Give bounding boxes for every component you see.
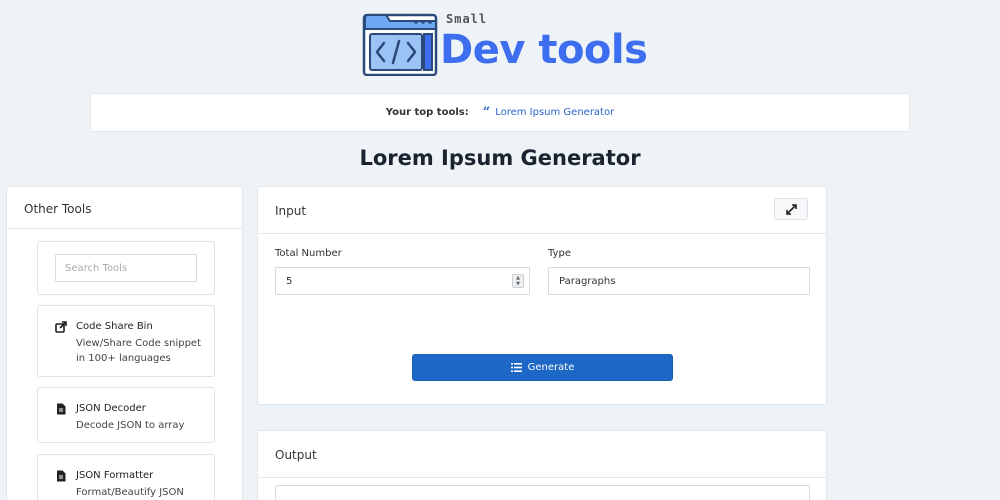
sidebar-title: Other Tools — [7, 187, 242, 229]
input-panel: Input Total Number 5 ▲ ▼ Type Paragraphs — [257, 186, 827, 405]
output-textarea[interactable] — [275, 485, 810, 500]
total-number-input[interactable]: 5 ▲ ▼ — [275, 267, 530, 295]
search-tools-input[interactable] — [55, 254, 197, 282]
tool-description: Decode JSON to array — [76, 420, 185, 431]
tool-description: View/Share Code snippet in 100+ language… — [76, 338, 202, 364]
input-panel-title: Input — [275, 204, 307, 218]
output-panel-title: Output — [275, 448, 317, 462]
tool-title: JSON Decoder — [76, 403, 146, 414]
logo-small-text: Small — [446, 12, 488, 26]
generate-button-label: Generate — [527, 362, 575, 373]
file-icon — [57, 403, 66, 415]
top-tool-link[interactable]: “ Lorem Ipsum Generator — [482, 104, 615, 120]
tool-description: Format/Beautify JSON — [76, 487, 184, 498]
top-tool-link-text: Lorem Ipsum Generator — [495, 107, 615, 118]
spinner-down-icon: ▼ — [516, 281, 520, 287]
total-number-value: 5 — [286, 275, 293, 287]
file-icon — [57, 470, 66, 482]
type-value: Paragraphs — [559, 275, 616, 287]
top-tools-bar: Your top tools: “ Lorem Ipsum Generator — [90, 93, 910, 132]
tool-card-code-share-bin[interactable]: Code Share Bin View/Share Code snippet i… — [37, 305, 215, 377]
tool-card-json-formatter[interactable]: JSON Formatter Format/Beautify JSON — [37, 454, 215, 500]
tool-title: JSON Formatter — [76, 470, 154, 481]
code-window-icon — [362, 13, 438, 76]
generate-button[interactable]: Generate — [412, 354, 673, 381]
tool-title: Code Share Bin — [76, 321, 153, 332]
expand-icon — [785, 203, 797, 215]
total-number-label: Total Number — [275, 248, 342, 259]
site-logo[interactable]: Small Dev tools — [362, 10, 652, 78]
list-icon — [510, 363, 522, 372]
share-icon — [55, 321, 67, 333]
input-panel-header: Input — [258, 187, 826, 234]
top-tools-label: Your top tools: — [385, 107, 469, 118]
output-panel-header: Output — [258, 431, 826, 478]
type-label: Type — [548, 248, 571, 259]
other-tools-sidebar: Other Tools Code Share Bin View/Share Co… — [6, 186, 243, 500]
number-spinner[interactable]: ▲ ▼ — [512, 274, 524, 288]
quote-icon: “ — [482, 104, 491, 120]
search-card — [37, 241, 215, 295]
tool-card-json-decoder[interactable]: JSON Decoder Decode JSON to array — [37, 387, 215, 443]
type-select[interactable]: Paragraphs — [548, 267, 810, 295]
expand-button[interactable] — [774, 198, 808, 220]
output-panel: Output — [257, 430, 827, 500]
logo-main-text: Dev tools — [440, 27, 648, 73]
page-title: Lorem Ipsum Generator — [359, 146, 641, 170]
